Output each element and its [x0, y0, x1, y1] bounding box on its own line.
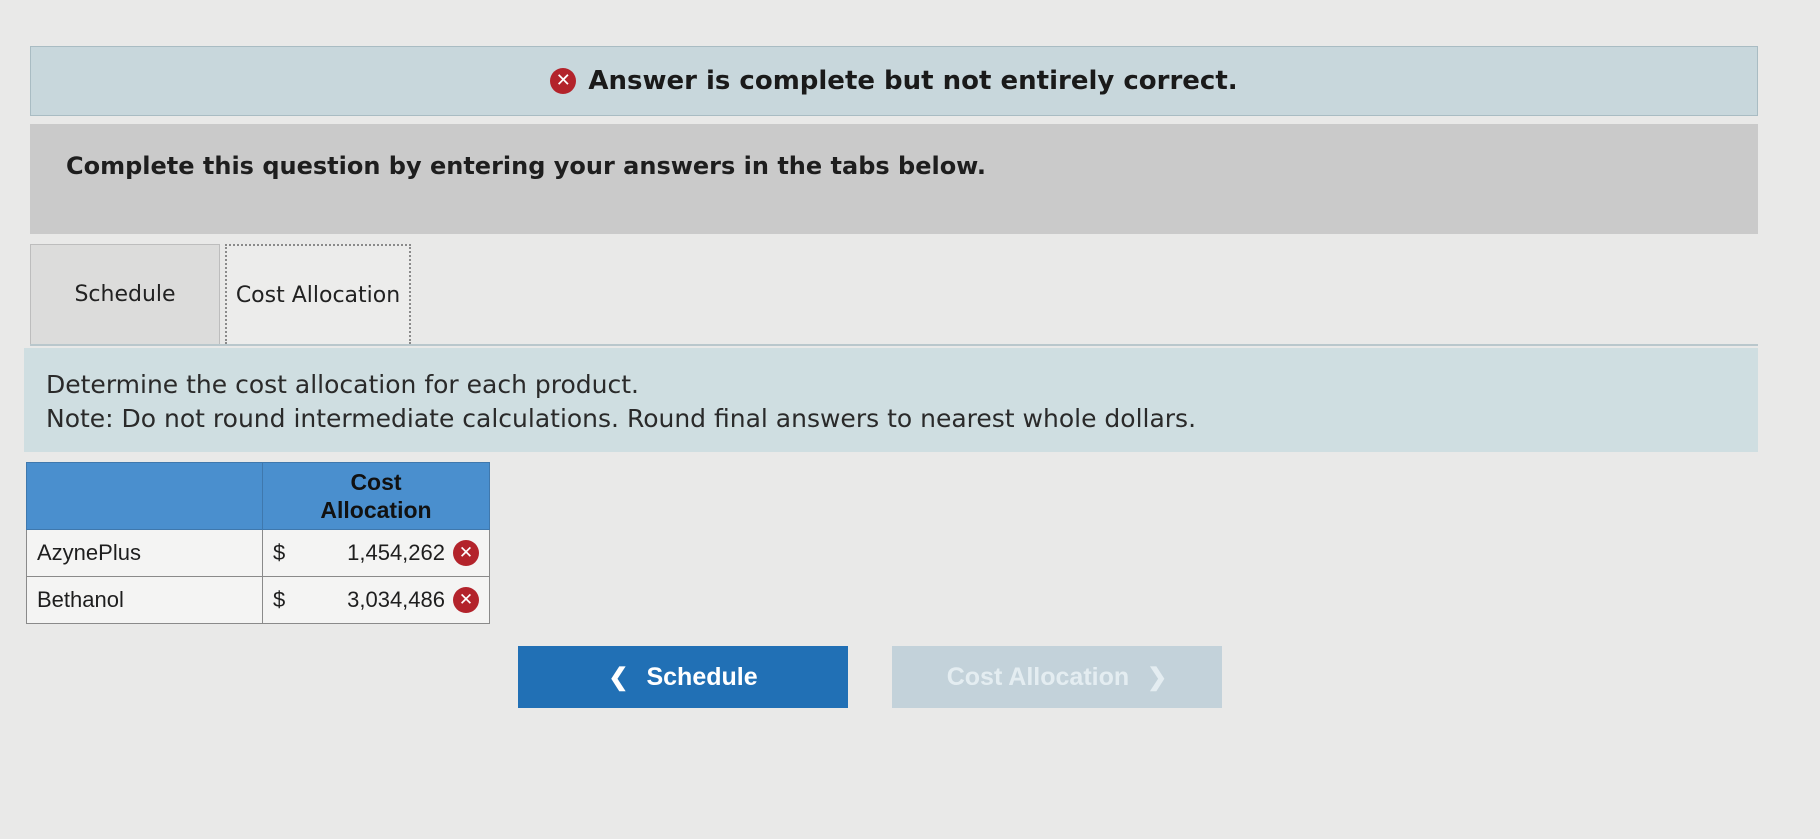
cost-allocation-cell[interactable]: $ 3,034,486 ✕ [262, 576, 490, 624]
prompt-note: Note: Do not round intermediate calculat… [46, 404, 1197, 433]
result-message: Answer is complete but not entirely corr… [588, 66, 1238, 96]
chevron-left-icon: ❮ [608, 663, 629, 691]
table-header-row: Cost Allocation [26, 462, 490, 530]
tab-schedule-label: Schedule [74, 282, 176, 307]
tab-schedule[interactable]: Schedule [30, 244, 220, 344]
result-banner: ✕ Answer is complete but not entirely co… [30, 46, 1758, 116]
cost-allocation-input[interactable]: 1,454,262 [313, 540, 453, 566]
previous-tab-label: Schedule [646, 662, 758, 691]
table-row: AzynePlus $ 1,454,262 ✕ [26, 529, 490, 577]
header-line: Cost [350, 469, 402, 495]
cost-allocation-input[interactable]: 3,034,486 [313, 587, 453, 613]
currency-symbol: $ [273, 587, 286, 612]
incorrect-icon: ✕ [453, 587, 479, 613]
product-name-cell: AzynePlus [26, 529, 263, 577]
next-tab-button[interactable]: Cost Allocation ❯ [892, 646, 1222, 708]
tab-cost-allocation[interactable]: Cost Allocation [225, 244, 411, 344]
table-header-empty [26, 462, 263, 530]
cost-allocation-cell[interactable]: $ 1,454,262 ✕ [262, 529, 490, 577]
currency-symbol: $ [273, 540, 286, 565]
table-row: Bethanol $ 3,034,486 ✕ [26, 576, 490, 624]
table-header-cost-allocation: Cost Allocation [262, 462, 490, 530]
x-circle-icon: ✕ [550, 68, 577, 94]
tab-cost-allocation-label: Cost Allocation [235, 282, 401, 308]
instructions-panel: Complete this question by entering your … [30, 124, 1758, 234]
tab-bar: Schedule Cost Allocation [30, 244, 1758, 346]
header-line: Allocation [320, 497, 432, 523]
cost-allocation-table: Cost Allocation AzynePlus $ 1,454,262 ✕ … [26, 462, 490, 624]
chevron-right-icon: ❯ [1147, 663, 1168, 691]
incorrect-icon: ✕ [453, 540, 479, 566]
next-tab-label: Cost Allocation [946, 662, 1130, 691]
instructions-text: Complete this question by entering your … [66, 152, 986, 180]
product-name-cell: Bethanol [26, 576, 263, 624]
previous-tab-button[interactable]: ❮ Schedule [518, 646, 848, 708]
question-prompt: Determine the cost allocation for each p… [24, 348, 1758, 452]
prompt-line: Determine the cost allocation for each p… [46, 370, 639, 399]
